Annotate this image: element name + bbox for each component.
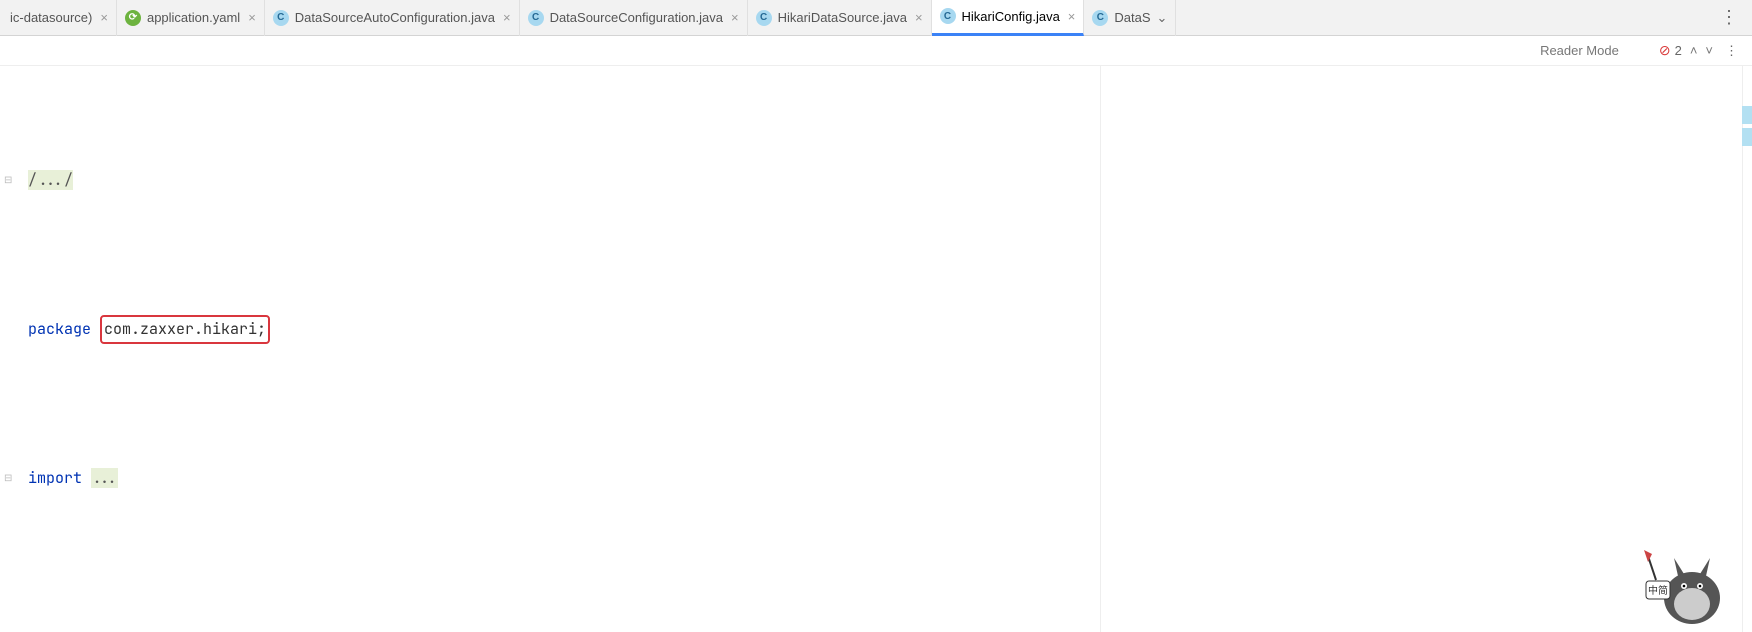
close-icon[interactable]: × xyxy=(731,10,739,25)
next-highlight-icon[interactable]: ˅ xyxy=(1701,43,1717,58)
tab-label: DataSourceAutoConfiguration.java xyxy=(295,10,495,25)
toolbar-more-icon[interactable]: ⋮ xyxy=(1725,43,1738,59)
close-icon[interactable]: × xyxy=(1068,9,1076,24)
error-icon: ⊘ xyxy=(1659,42,1671,59)
tab-label: HikariDataSource.java xyxy=(778,10,907,25)
class-icon: C xyxy=(528,10,544,26)
tab-label: DataS xyxy=(1114,10,1150,25)
spring-icon: ⟳ xyxy=(125,10,141,26)
tab-hikari-config[interactable]: C HikariConfig.java × xyxy=(932,0,1085,36)
highlight-box-package: com.zaxxer.hikari; xyxy=(100,315,270,344)
kw-import: import xyxy=(28,468,82,488)
scrollbar-marker-area[interactable] xyxy=(1742,66,1752,632)
tab-datasource-autoconfig[interactable]: C DataSourceAutoConfiguration.java × xyxy=(265,0,520,36)
error-count: 2 xyxy=(1675,43,1682,58)
close-icon[interactable]: × xyxy=(915,10,923,25)
tab-application-yaml[interactable]: ⟳ application.yaml × xyxy=(117,0,265,36)
fold-icon[interactable]: ⊟ xyxy=(4,168,12,193)
tab-bar: ic-datasource) × ⟳ application.yaml × C … xyxy=(0,0,1752,36)
editor-toolbar: Reader Mode ⊘ 2 ˄ ˅ ⋮ xyxy=(0,36,1752,66)
gutter xyxy=(0,66,14,632)
class-icon: C xyxy=(1092,10,1108,26)
tab-hikari-datasource[interactable]: C HikariDataSource.java × xyxy=(748,0,932,36)
totoro-mascot-icon: 中简 xyxy=(1628,536,1728,626)
code-editor[interactable]: ⊟/.../ package com.zaxxer.hikari; ⊟impor… xyxy=(14,66,1742,632)
close-icon[interactable]: × xyxy=(100,10,108,25)
fold-icon[interactable]: ⊟ xyxy=(4,466,12,491)
scroll-marker[interactable] xyxy=(1742,106,1752,124)
import-fold[interactable]: ... xyxy=(91,468,118,488)
close-icon[interactable]: × xyxy=(503,10,511,25)
prev-highlight-icon[interactable]: ˄ xyxy=(1686,43,1702,58)
tab-label: HikariConfig.java xyxy=(962,9,1060,24)
svg-text:中简: 中简 xyxy=(1648,584,1668,597)
editor-area: ⊟ /.../ package com.zaxxer.hikari; ⊟ impor… xyxy=(0,66,1752,632)
tab-datas-overflow[interactable]: C DataS ⌄ xyxy=(1084,0,1176,36)
kw-package: package xyxy=(28,319,91,339)
reader-mode-label[interactable]: Reader Mode xyxy=(1540,43,1619,58)
close-icon[interactable]: × xyxy=(248,10,256,25)
chevron-down-icon[interactable]: ⌄ xyxy=(1157,10,1168,26)
class-icon: C xyxy=(940,8,956,24)
tabs-more-icon[interactable]: ⋮ xyxy=(1706,7,1752,28)
tab-datasource-config[interactable]: C DataSourceConfiguration.java × xyxy=(520,0,748,36)
folded-block[interactable]: /.../ xyxy=(28,170,73,190)
error-indicator[interactable]: ⊘ 2 xyxy=(1659,42,1682,59)
tab-label: application.yaml xyxy=(147,10,240,25)
tab-label: ic-datasource) xyxy=(10,10,92,25)
class-icon: C xyxy=(273,10,289,26)
scroll-marker[interactable] xyxy=(1742,128,1752,146)
tab-label: DataSourceConfiguration.java xyxy=(550,10,723,25)
class-icon: C xyxy=(756,10,772,26)
tab-ic-datasource[interactable]: ic-datasource) × xyxy=(2,0,117,36)
